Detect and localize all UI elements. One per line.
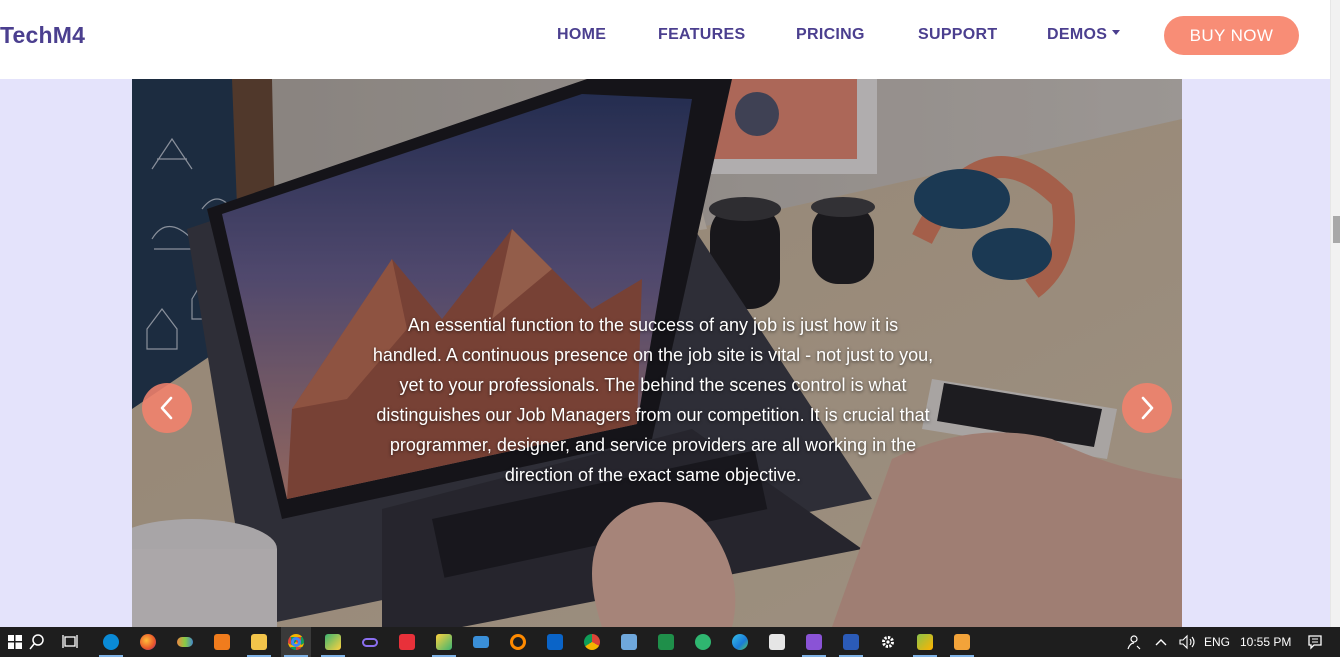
- mail-icon: [473, 636, 489, 648]
- taskbar-sublime[interactable]: [947, 627, 977, 657]
- word-icon: [843, 634, 859, 650]
- app-icon: [436, 634, 452, 650]
- taskbar-app[interactable]: [614, 627, 644, 657]
- buy-now-button[interactable]: BUY NOW: [1164, 16, 1299, 55]
- outlook-icon: [547, 634, 563, 650]
- hero-carousel: An essential function to the success of …: [132, 79, 1182, 627]
- taskbar-search-button[interactable]: [22, 627, 52, 657]
- chevron-right-icon: [1141, 396, 1154, 420]
- search-icon: [29, 634, 44, 650]
- nav-demos-label: DEMOS: [1047, 26, 1108, 43]
- brand-logo[interactable]: TechM4: [0, 22, 85, 49]
- app-icon: [399, 634, 415, 650]
- taskbar-chrome[interactable]: [281, 627, 311, 657]
- taskbar-app[interactable]: [429, 627, 459, 657]
- taskbar-app[interactable]: [318, 627, 348, 657]
- app-icon: [177, 637, 193, 647]
- taskbar-app[interactable]: [355, 627, 385, 657]
- hero-caption: An essential function to the success of …: [372, 315, 934, 485]
- nav-features[interactable]: FEATURES: [658, 26, 745, 44]
- people-icon: [1127, 635, 1141, 650]
- skype-icon: [103, 634, 119, 650]
- sublime-icon: [954, 634, 970, 650]
- taskbar-app[interactable]: [392, 627, 422, 657]
- taskbar-file-explorer[interactable]: [244, 627, 274, 657]
- taskbar-app[interactable]: [910, 627, 940, 657]
- app-icon: [658, 634, 674, 650]
- chevron-left-icon: [160, 396, 173, 420]
- chrome-icon: [584, 634, 600, 650]
- taskbar-xampp[interactable]: [207, 627, 237, 657]
- nav-support[interactable]: SUPPORT: [918, 26, 997, 44]
- tray-people-button[interactable]: [1118, 627, 1148, 657]
- carousel-prev-button[interactable]: [142, 383, 192, 433]
- taskbar-firefox[interactable]: [133, 627, 163, 657]
- tray-volume[interactable]: [1172, 627, 1202, 657]
- carousel-next-button[interactable]: [1122, 383, 1172, 433]
- task-view-button[interactable]: [56, 627, 86, 657]
- app-icon: [362, 637, 378, 647]
- taskbar-app[interactable]: [762, 627, 792, 657]
- taskbar-settings[interactable]: [873, 627, 903, 657]
- taskbar-app[interactable]: [170, 627, 200, 657]
- app-icon: [325, 634, 341, 650]
- taskbar-search-app[interactable]: [503, 627, 533, 657]
- app-icon: [769, 634, 785, 650]
- site-header: TechM4 HOME FEATURES PRICING SUPPORT DEM…: [0, 0, 1330, 79]
- taskbar-edge[interactable]: [725, 627, 755, 657]
- app-icon: [695, 634, 711, 650]
- xampp-icon: [214, 634, 230, 650]
- chevron-up-icon: [1155, 639, 1167, 646]
- taskbar-skype[interactable]: [96, 627, 126, 657]
- notification-icon: [1308, 635, 1322, 650]
- caret-down-icon: [1112, 30, 1121, 36]
- search-app-icon: [510, 634, 526, 650]
- start-icon: [8, 635, 22, 649]
- taskbar-outlook[interactable]: [540, 627, 570, 657]
- app-icon: [621, 634, 637, 650]
- tray-clock[interactable]: 10:55 PM: [1240, 635, 1291, 649]
- windows-taskbar: ENG 10:55 PM: [0, 627, 1340, 657]
- firefox-icon: [140, 634, 156, 650]
- chrome-icon: [288, 634, 304, 650]
- nav-pricing[interactable]: PRICING: [796, 26, 865, 44]
- taskbar-visual-studio[interactable]: [799, 627, 829, 657]
- page-scrollbar[interactable]: [1330, 0, 1340, 627]
- volume-icon: [1179, 634, 1195, 650]
- taskbar-mail[interactable]: [466, 627, 496, 657]
- taskbar-word[interactable]: [836, 627, 866, 657]
- app-icon: [917, 634, 933, 650]
- scrollbar-thumb[interactable]: [1333, 216, 1340, 243]
- taskbar-app[interactable]: [651, 627, 681, 657]
- nav-demos[interactable]: DEMOS: [1047, 26, 1121, 44]
- task-view-icon: [62, 635, 78, 648]
- nav-home[interactable]: HOME: [557, 26, 606, 44]
- file-explorer-icon: [251, 634, 267, 650]
- edge-icon: [732, 634, 748, 650]
- taskbar-app[interactable]: [688, 627, 718, 657]
- settings-icon: [882, 636, 894, 648]
- tray-action-center[interactable]: [1300, 627, 1330, 657]
- tray-language[interactable]: ENG: [1204, 635, 1230, 649]
- taskbar-chrome-2[interactable]: [577, 627, 607, 657]
- visual-studio-icon: [806, 634, 822, 650]
